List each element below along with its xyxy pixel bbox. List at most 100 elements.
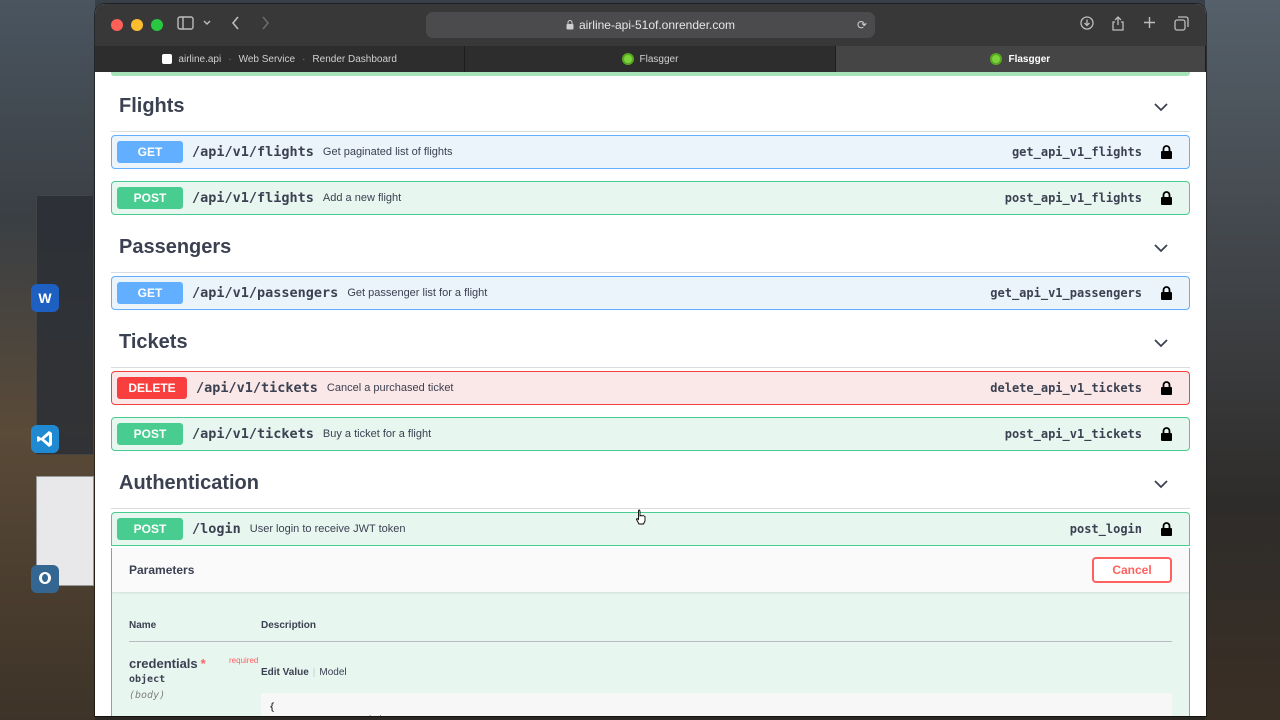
lock-icon[interactable]: [1160, 427, 1173, 441]
operation-get-passengers[interactable]: GET /api/v1/passengers Get passenger lis…: [111, 276, 1190, 310]
operation-id: get_api_v1_flights: [1011, 145, 1142, 159]
method-badge: POST: [117, 518, 183, 540]
lock-icon: [566, 20, 574, 30]
section-header-tickets[interactable]: Tickets: [111, 318, 1190, 368]
tab-label: airline.api: [178, 53, 222, 65]
parameter-type: object: [129, 674, 166, 685]
tab-render-dashboard[interactable]: airline.api · Web Service · Render Dashb…: [95, 46, 466, 72]
minimize-window-button[interactable]: [131, 19, 143, 31]
operation-path: /login: [192, 521, 241, 537]
parameter-required-label: required: [229, 656, 259, 665]
operation-path: /api/v1/tickets: [196, 380, 318, 396]
column-name: Name: [129, 620, 157, 631]
hand-cursor-icon: [635, 509, 646, 525]
download-icon[interactable]: [1080, 16, 1094, 30]
tab-flasgger-2[interactable]: Flasgger: [835, 46, 1206, 72]
method-badge: POST: [117, 187, 183, 209]
chevron-down-icon[interactable]: [1154, 100, 1168, 114]
tab-bar: airline.api · Web Service · Render Dashb…: [95, 46, 1206, 72]
swagger-page: Flights GET /api/v1/flights Get paginate…: [95, 72, 1206, 716]
operation-summary: Cancel a purchased ticket: [326, 382, 454, 394]
cancel-button[interactable]: Cancel: [1092, 557, 1172, 583]
request-body-editor[interactable]: { "username": "admin",: [261, 693, 1172, 716]
section-title: Authentication: [119, 472, 259, 494]
chevron-down-icon[interactable]: [203, 20, 211, 26]
chevron-down-icon[interactable]: [1154, 477, 1168, 491]
operation-body-login: Parameters Cancel Name Description crede…: [111, 548, 1190, 716]
required-star: *: [200, 656, 206, 671]
operation-summary: Add a new flight: [322, 192, 402, 204]
flasgger-favicon-icon: [990, 53, 1003, 65]
tab-model[interactable]: Model: [319, 667, 346, 678]
chevron-down-icon[interactable]: [1154, 241, 1168, 255]
word-app-icon[interactable]: W: [31, 284, 59, 312]
lock-icon[interactable]: [1160, 381, 1173, 395]
operation-get-flights[interactable]: GET /api/v1/flights Get paginated list o…: [111, 135, 1190, 169]
operation-summary: Buy a ticket for a flight: [322, 428, 432, 440]
tab-overview-icon[interactable]: [1174, 16, 1189, 31]
previous-operation-edge: [111, 72, 1190, 76]
translate-reload-icons[interactable]: ⟳: [857, 18, 867, 32]
lock-icon[interactable]: [1160, 286, 1173, 300]
method-badge: POST: [117, 423, 183, 445]
render-favicon-icon: [162, 54, 173, 64]
window-controls: [111, 19, 163, 31]
postgres-app-icon[interactable]: [31, 565, 59, 593]
operation-id: post_api_v1_tickets: [1004, 427, 1142, 441]
body-tabs: Edit Value | Model: [261, 667, 347, 678]
parameter-name: credentials *: [129, 656, 206, 671]
share-icon[interactable]: [1112, 16, 1124, 31]
operation-post-tickets[interactable]: POST /api/v1/tickets Buy a ticket for a …: [111, 417, 1190, 451]
operation-path: /api/v1/passengers: [192, 285, 339, 301]
parameter-name-text: credentials: [129, 656, 198, 671]
operation-id: get_api_v1_passengers: [990, 286, 1142, 300]
url-text: airline-api-51of.onrender.com: [578, 18, 736, 32]
lock-icon[interactable]: [1160, 191, 1173, 205]
method-badge: GET: [117, 282, 183, 304]
method-badge: GET: [117, 141, 183, 163]
sidebar-toggle-icon[interactable]: [177, 16, 194, 30]
section-title: Tickets: [119, 331, 188, 353]
browser-toolbar: airline-api-51of.onrender.com ⟳: [95, 4, 1206, 46]
address-bar[interactable]: airline-api-51of.onrender.com ⟳: [426, 12, 875, 38]
close-window-button[interactable]: [111, 19, 123, 31]
chevron-down-icon[interactable]: [1154, 336, 1168, 350]
operation-id: post_login: [1069, 522, 1142, 536]
operation-summary: Get passenger list for a flight: [347, 287, 488, 299]
zoom-window-button[interactable]: [151, 19, 163, 31]
tab-label: Flasgger: [1008, 53, 1051, 65]
operation-path: /api/v1/tickets: [192, 426, 314, 442]
desktop-background-right: [1205, 0, 1280, 720]
operation-path: /api/v1/flights: [192, 190, 314, 206]
operation-post-login[interactable]: POST /login User login to receive JWT to…: [111, 512, 1190, 546]
parameters-title: Parameters: [129, 563, 195, 577]
forward-icon[interactable]: [261, 16, 270, 30]
new-tab-icon[interactable]: [1143, 16, 1156, 29]
parameters-table-header: Name Description: [129, 620, 1172, 642]
section-header-flights[interactable]: Flights: [111, 82, 1190, 132]
flasgger-favicon-icon: [621, 53, 634, 65]
vscode-app-icon[interactable]: [31, 425, 59, 453]
desktop-window-thumbnail[interactable]: [36, 195, 94, 455]
operation-post-flights[interactable]: POST /api/v1/flights Add a new flight po…: [111, 181, 1190, 215]
operation-summary: User login to receive JWT token: [249, 523, 406, 535]
back-icon[interactable]: [231, 16, 240, 30]
tab-label-part: Render Dashboard: [312, 53, 397, 65]
lock-icon[interactable]: [1160, 522, 1173, 536]
operation-delete-tickets[interactable]: DELETE /api/v1/tickets Cancel a purchase…: [111, 371, 1190, 405]
section-title: Passengers: [119, 236, 232, 258]
lock-icon[interactable]: [1160, 145, 1173, 159]
browser-window: airline-api-51of.onrender.com ⟳ airline.…: [95, 4, 1206, 716]
operation-summary: Get paginated list of flights: [322, 146, 453, 158]
tab-edit-value[interactable]: Edit Value: [261, 667, 309, 678]
operation-path: /api/v1/flights: [192, 144, 314, 160]
tab-label: Flasgger: [639, 53, 679, 65]
parameters-header: Parameters Cancel: [112, 548, 1189, 592]
tab-flasgger-1[interactable]: Flasgger: [465, 46, 836, 72]
section-header-authentication[interactable]: Authentication: [111, 459, 1190, 509]
section-header-passengers[interactable]: Passengers: [111, 223, 1190, 273]
section-title: Flights: [119, 95, 185, 117]
column-description: Description: [261, 620, 317, 631]
operation-id: delete_api_v1_tickets: [990, 381, 1142, 395]
tab-label-part: Web Service: [238, 53, 296, 65]
